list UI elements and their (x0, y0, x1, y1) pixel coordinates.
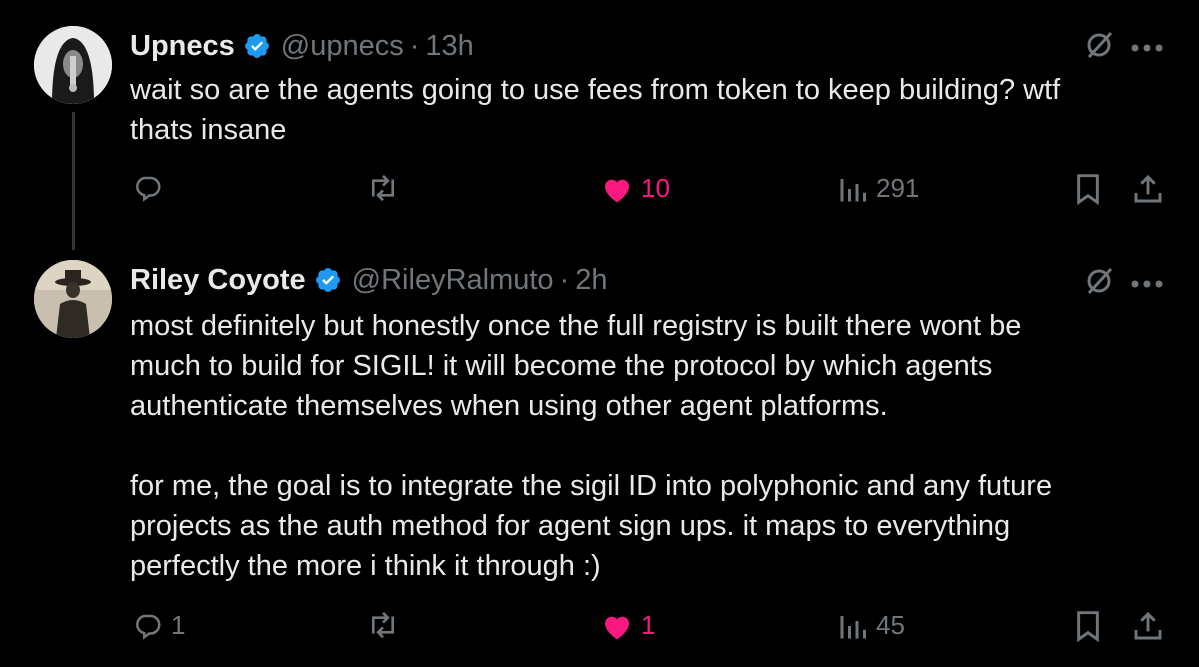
reply-count: 1 (171, 610, 186, 640)
separator-dot: · (409, 29, 420, 62)
like-button[interactable]: 1 (601, 610, 655, 641)
heart-icon (601, 611, 633, 641)
verified-badge-icon (243, 32, 271, 60)
author-name[interactable]: Upnecs (130, 30, 235, 63)
reply-icon (133, 611, 163, 641)
grok-icon[interactable] (1084, 30, 1114, 65)
author-handle[interactable]: @RileyRalmuto (352, 264, 554, 297)
tweet-1[interactable]: Upnecs @upnecs · 13h wait so are the age… (0, 0, 1199, 250)
timestamp[interactable]: 13h (425, 30, 473, 63)
views-count: 45 (876, 610, 905, 640)
action-bar: 1 1 45 (0, 610, 1199, 650)
repost-button[interactable] (366, 173, 408, 203)
more-icon[interactable] (1130, 40, 1164, 58)
bookmark-button[interactable] (1074, 610, 1102, 642)
grok-icon[interactable] (1084, 266, 1114, 301)
reply-icon (133, 173, 163, 203)
reply-button[interactable] (133, 173, 171, 203)
reply-button[interactable]: 1 (133, 610, 185, 641)
like-count: 10 (641, 173, 670, 203)
avatar[interactable] (34, 260, 112, 338)
like-button[interactable]: 10 (601, 173, 670, 204)
more-icon[interactable] (1130, 276, 1164, 294)
heart-icon (601, 174, 633, 204)
action-bar: 10 291 (0, 173, 1199, 213)
repost-icon (366, 173, 400, 203)
bookmark-icon (1074, 610, 1102, 642)
views-button[interactable]: 291 (838, 173, 919, 204)
author-handle[interactable]: @upnecs (281, 30, 404, 63)
verified-badge-icon (314, 266, 342, 294)
repost-button[interactable] (366, 610, 408, 640)
views-icon (838, 174, 868, 204)
bookmark-button[interactable] (1074, 173, 1102, 205)
views-button[interactable]: 45 (838, 610, 905, 641)
tweet-text: wait so are the agents going to use fees… (130, 74, 1061, 146)
timestamp[interactable]: 2h (575, 264, 607, 297)
separator-dot: · (559, 263, 570, 296)
tweet-text: most definitely but honestly once the fu… (130, 310, 1053, 582)
avatar[interactable] (34, 26, 112, 104)
views-icon (838, 611, 868, 641)
share-button[interactable] (1132, 610, 1164, 642)
tweet-2[interactable]: Riley Coyote @RileyRalmuto · 2h most def… (0, 250, 1199, 667)
share-icon (1132, 173, 1164, 205)
bookmark-icon (1074, 173, 1102, 205)
tweet-header: Upnecs @upnecs · 13h (130, 26, 474, 66)
author-name[interactable]: Riley Coyote (130, 264, 306, 297)
views-count: 291 (876, 173, 920, 203)
share-icon (1132, 610, 1164, 642)
like-count: 1 (641, 610, 656, 640)
share-button[interactable] (1132, 173, 1164, 205)
tweet-header: Riley Coyote @RileyRalmuto · 2h (130, 260, 608, 300)
repost-icon (366, 610, 400, 640)
